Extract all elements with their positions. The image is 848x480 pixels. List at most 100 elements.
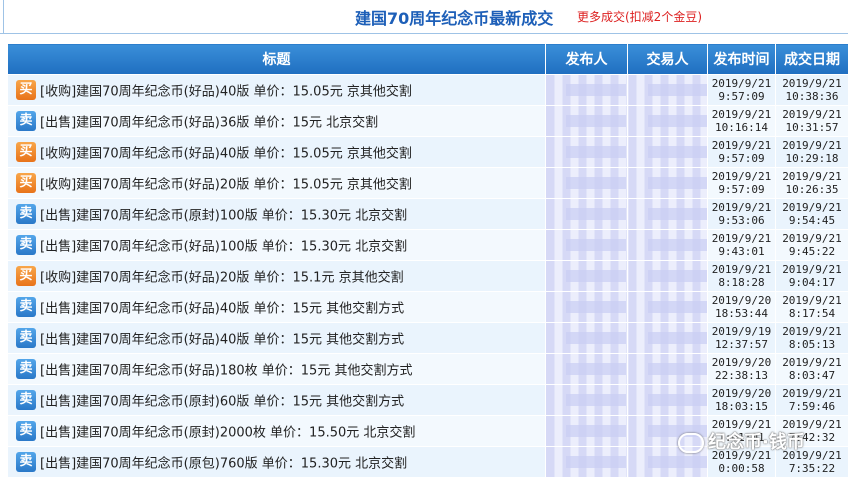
column-header-title[interactable]: 标题 [7,43,546,75]
deal-date-cell: 2019/9/21 8:05:13 [775,322,848,354]
listing-title-link[interactable]: [出售]建国70周年纪念币(原封)2000枚 单价：15.50元 北京交割 [40,426,415,441]
table-row[interactable]: 买 [收购]建国70周年纪念币(好品)20版 单价：15.05元 京其他交割 201… [7,167,848,199]
publish-clock: 9:43:01 [718,245,765,258]
listing-title-link[interactable]: [收购]建国70周年纪念币(好品)20版 单价：15.05元 京其他交割 [40,178,412,193]
title-cell[interactable]: 买 [收购]建国70周年纪念币(好品)20版 单价：15.1元 京其他交割 [7,260,546,292]
title-cell[interactable]: 卖 [出售]建国70周年纪念币(好品)180枚 单价：15元 其他交割方式 [7,353,546,385]
buy-badge-icon: 买 [16,80,36,100]
publish-clock: 12:37:57 [715,338,768,351]
title-cell[interactable]: 卖 [出售]建国70周年纪念币(好品)36版 单价：15元 北京交割 [7,105,546,137]
deal-clock: 10:29:18 [785,152,839,165]
more-deals-link[interactable]: 更多成交(扣减2个金豆) [577,8,702,25]
publisher-cell [545,198,628,230]
publisher-cell [545,446,628,478]
listing-title-link[interactable]: [出售]建国70周年纪念币(好品)100版 单价：15.30元 北京交割 [40,240,407,255]
table-row[interactable]: 卖 [出售]建国70周年纪念币(好品)40版 单价：15元 其他交割方式 2019/… [7,322,848,354]
listing-title-link[interactable]: [收购]建国70周年纪念币(好品)40版 单价：15.05元 京其他交割 [40,85,412,100]
column-header-publisher[interactable]: 发布人 [545,43,628,75]
listing-title-link[interactable]: [出售]建国70周年纪念币(好品)40版 单价：15元 其他交割方式 [40,302,404,317]
deal-date-cell: 2019/9/21 10:29:18 [775,136,848,168]
publisher-cell [545,322,628,354]
sell-badge-icon: 卖 [16,390,36,410]
deal-date-cell: 2019/9/21 9:45:22 [775,229,848,261]
deal-date: 2019/9/21 [782,232,842,245]
section-header: 建国70周年纪念币最新成交 更多成交(扣减2个金豆) [0,4,848,30]
redacted-trader [648,300,707,313]
buy-badge-icon: 买 [16,142,36,162]
title-cell[interactable]: 卖 [出售]建国70周年纪念币(原封)2000枚 单价：15.50元 北京交割 [7,415,546,447]
redacted-trader [648,393,707,406]
listing-title-link[interactable]: [出售]建国70周年纪念币(好品)40版 单价：15元 其他交割方式 [40,333,404,348]
deal-date: 2019/9/21 [782,387,842,400]
redacted-trader [648,83,707,96]
redacted-publisher [566,114,626,127]
sell-badge-icon: 卖 [16,235,36,255]
deal-clock: 10:38:36 [785,90,839,103]
table-row[interactable]: 买 [收购]建国70周年纪念币(好品)20版 单价：15.1元 京其他交割 2019… [7,260,848,292]
publish-date: 2019/9/20 [711,387,772,400]
publisher-cell [545,229,628,261]
deal-date-cell: 2019/9/21 9:54:45 [775,198,848,230]
table-row[interactable]: 卖 [出售]建国70周年纪念币(原封)60版 单价：15元 其他交割方式 2019/… [7,384,848,416]
wechat-icon [678,433,704,453]
publish-time-cell: 2019/9/21 8:18:28 [707,260,776,292]
deal-clock: 9:54:45 [788,214,836,227]
buy-badge-icon: 买 [16,266,36,286]
title-cell[interactable]: 买 [收购]建国70周年纪念币(好品)40版 单价：15.05元 京其他交割 [7,74,546,106]
sell-badge-icon: 卖 [16,421,36,441]
title-cell[interactable]: 卖 [出售]建国70周年纪念币(原包)760版 单价：15.30元 北京交割 [7,446,546,478]
listing-title-link[interactable]: [出售]建国70周年纪念币(原包)760版 单价：15.30元 北京交割 [40,457,407,472]
title-cell[interactable]: 卖 [出售]建国70周年纪念币(好品)40版 单价：15元 其他交割方式 [7,291,546,323]
publish-clock: 22:38:13 [715,369,768,382]
table-row[interactable]: 卖 [出售]建国70周年纪念币(好品)36版 单价：15元 北京交割 2019/9/… [7,105,848,137]
deal-date: 2019/9/21 [782,201,842,214]
deal-clock: 9:04:17 [788,276,836,289]
redacted-trader [648,176,707,189]
redacted-trader [648,269,707,282]
deal-date: 2019/9/21 [782,108,842,121]
publish-time-cell: 2019/9/20 22:38:13 [707,353,776,385]
table-row[interactable]: 买 [收购]建国70周年纪念币(好品)40版 单价：15.05元 京其他交割 201… [7,136,848,168]
publish-date: 2019/9/19 [711,325,772,338]
table-row[interactable]: 卖 [出售]建国70周年纪念币(好品)100版 单价：15.30元 北京交割 201… [7,229,848,261]
trader-cell [627,198,708,230]
redacted-trader [648,145,707,158]
redacted-trader [648,207,707,220]
redacted-publisher [566,424,626,437]
deal-date-cell: 2019/9/21 10:26:35 [775,167,848,199]
redacted-publisher [566,83,626,96]
column-header-deal-date[interactable]: 成交日期 [775,43,848,75]
table-row[interactable]: 买 [收购]建国70周年纪念币(好品)40版 单价：15.05元 京其他交割 201… [7,74,848,106]
buy-badge-icon: 买 [16,173,36,193]
publisher-cell [545,384,628,416]
deal-clock: 7:59:46 [788,400,836,413]
listing-title-link[interactable]: [出售]建国70周年纪念币(原封)100版 单价：15.30元 北京交割 [40,209,407,224]
title-cell[interactable]: 买 [收购]建国70周年纪念币(好品)20版 单价：15.05元 京其他交割 [7,167,546,199]
listing-title-link[interactable]: [出售]建国70周年纪念币(原封)60版 单价：15元 其他交割方式 [40,395,404,410]
table-row[interactable]: 卖 [出售]建国70周年纪念币(好品)40版 单价：15元 其他交割方式 2019/… [7,291,848,323]
title-cell[interactable]: 卖 [出售]建国70周年纪念币(好品)40版 单价：15元 其他交割方式 [7,322,546,354]
title-cell[interactable]: 卖 [出售]建国70周年纪念币(好品)100版 单价：15.30元 北京交割 [7,229,546,261]
publish-clock: 18:03:15 [715,400,768,413]
watermark: 纪念币·钱币 [678,428,805,454]
title-cell[interactable]: 买 [收购]建国70周年纪念币(好品)40版 单价：15.05元 京其他交割 [7,136,546,168]
publish-date: 2019/9/21 [711,263,772,276]
publish-clock: 10:16:14 [715,121,768,134]
sell-badge-icon: 卖 [16,452,36,472]
title-cell[interactable]: 卖 [出售]建国70周年纪念币(原封)100版 单价：15.30元 北京交割 [7,198,546,230]
table-row[interactable]: 卖 [出售]建国70周年纪念币(原封)100版 单价：15.30元 北京交割 201… [7,198,848,230]
title-cell[interactable]: 卖 [出售]建国70周年纪念币(原封)60版 单价：15元 其他交割方式 [7,384,546,416]
column-header-trader[interactable]: 交易人 [627,43,708,75]
listing-title-link[interactable]: [出售]建国70周年纪念币(好品)180枚 单价：15元 其他交割方式 [40,364,412,379]
deal-date: 2019/9/21 [782,294,842,307]
table-row[interactable]: 卖 [出售]建国70周年纪念币(好品)180枚 单价：15元 其他交割方式 2019… [7,353,848,385]
publish-time-cell: 2019/9/21 9:57:09 [707,136,776,168]
redacted-publisher [566,393,626,406]
publish-time-cell: 2019/9/21 10:16:14 [707,105,776,137]
listing-title-link[interactable]: [收购]建国70周年纪念币(好品)40版 单价：15.05元 京其他交割 [40,147,412,162]
column-header-publish-time[interactable]: 发布时间 [707,43,776,75]
listing-title-link[interactable]: [出售]建国70周年纪念币(好品)36版 单价：15元 北京交割 [40,116,378,131]
redacted-publisher [566,362,626,375]
listing-title-link[interactable]: [收购]建国70周年纪念币(好品)20版 单价：15.1元 京其他交割 [40,271,404,286]
deal-clock: 8:05:13 [788,338,836,351]
